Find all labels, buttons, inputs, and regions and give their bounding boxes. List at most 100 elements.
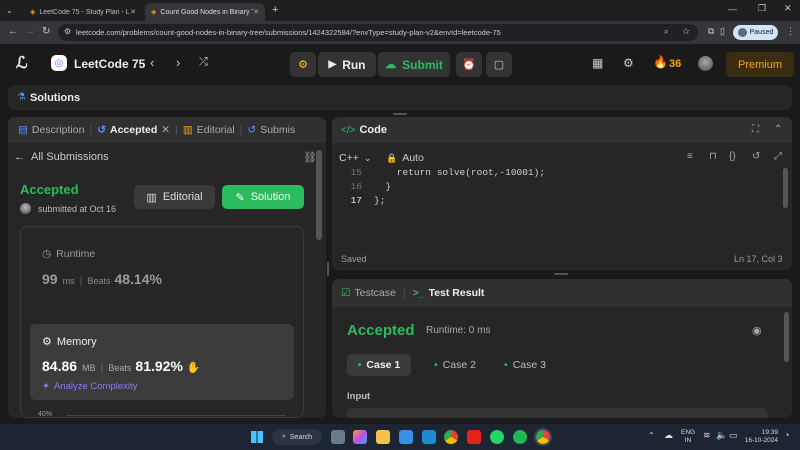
windows-start-icon[interactable] xyxy=(251,431,263,443)
fullscreen-icon[interactable]: ⤢ xyxy=(774,151,782,162)
minimize-icon[interactable]: — xyxy=(728,4,737,14)
solution-button[interactable]: ✎ Solution xyxy=(222,185,304,209)
format-icon[interactable]: ≡ xyxy=(687,151,693,162)
task-view-icon[interactable] xyxy=(331,430,345,444)
forward-arrow-icon[interactable]: → xyxy=(25,26,35,37)
chart-gridline xyxy=(66,415,286,416)
file-explorer-icon[interactable] xyxy=(376,430,390,444)
notification-bell-icon[interactable]: ◔ xyxy=(784,430,789,440)
browser-tab-study-plan[interactable]: ◈ LeetCode 75 - Study Plan - Lee ✕ xyxy=(24,3,142,21)
close-icon[interactable]: ✕ xyxy=(130,8,136,16)
case-1-tab[interactable]: • Case 1 xyxy=(347,354,411,376)
chrome-active-icon[interactable] xyxy=(534,428,552,446)
input-language[interactable]: ENG IN xyxy=(681,429,695,445)
tab-editorial[interactable]: ▥ Editorial xyxy=(183,124,235,136)
browser-tab-count-good-nodes[interactable]: ◈ Count Good Nodes in Binary Tr ✕ xyxy=(145,3,265,21)
tab-divider: | xyxy=(402,287,406,299)
solutions-bar[interactable]: ⚗ Solutions xyxy=(8,85,792,110)
runtime-stats[interactable]: 99 ms | Beats 48.14% xyxy=(42,271,162,287)
next-problem-icon[interactable]: › xyxy=(176,55,180,70)
vscode-icon[interactable] xyxy=(422,430,436,444)
maximize-icon[interactable]: ❐ xyxy=(758,3,766,14)
expand-icon[interactable]: ⛶ xyxy=(752,124,759,135)
prev-problem-icon[interactable]: ‹ xyxy=(150,55,154,70)
tab-divider: | xyxy=(239,124,243,136)
streak-flame-icon[interactable]: 🔥 xyxy=(653,55,668,69)
volume-icon[interactable]: 🔈 xyxy=(716,430,727,441)
site-info-icon[interactable]: ⚙ xyxy=(64,27,71,36)
case-3-tab[interactable]: • Case 3 xyxy=(493,354,557,376)
minimize-panel-icon[interactable]: ⌃ xyxy=(774,124,782,135)
tab-accepted[interactable]: ↺ Accepted ✕ xyxy=(97,124,170,136)
chrome-icon[interactable] xyxy=(444,430,458,444)
layout-grid-icon[interactable]: ▦ xyxy=(592,56,603,70)
notes-icon[interactable]: ▢ xyxy=(486,52,512,77)
vertical-resize-handle[interactable] xyxy=(554,273,568,275)
editorial-button[interactable]: ▥ Editorial xyxy=(134,185,215,209)
checkbox-icon: ☑ xyxy=(341,287,351,299)
extensions-icon[interactable]: ⧉ xyxy=(708,26,714,37)
whatsapp-icon[interactable] xyxy=(490,430,504,444)
menu-dots-icon[interactable]: ⋮ xyxy=(786,26,795,37)
bookmark-icon[interactable]: ⊓ xyxy=(709,151,717,162)
submit-button[interactable]: ☁ Submit xyxy=(378,52,450,77)
share-link-icon[interactable]: ⛓ xyxy=(303,151,317,164)
back-arrow-icon: ← xyxy=(14,151,25,163)
close-icon[interactable]: ✕ xyxy=(161,124,170,136)
paused-profile-button[interactable]: Paused xyxy=(733,25,778,40)
left-scrollbar[interactable] xyxy=(316,150,322,240)
tray-chevron-icon[interactable]: ⌃ xyxy=(648,431,655,440)
store-icon[interactable] xyxy=(399,430,413,444)
case-2-tab[interactable]: • Case 2 xyxy=(423,354,487,376)
tab-testcase[interactable]: ☑ Testcase xyxy=(341,287,396,299)
zoom-icon[interactable]: ⌕ xyxy=(664,27,668,37)
study-plan-icon[interactable]: ◎ xyxy=(51,55,67,71)
tray-cloud-icon[interactable]: ☁ xyxy=(664,430,673,441)
shuffle-icon[interactable]: ⤮ xyxy=(199,56,208,69)
back-all-submissions-link[interactable]: ← All Submissions xyxy=(14,151,109,163)
tab-test-result[interactable]: >_ Test Result xyxy=(413,287,485,299)
spotify-icon[interactable] xyxy=(513,430,527,444)
youtube-icon[interactable] xyxy=(467,430,481,444)
new-tab-plus-icon[interactable]: + xyxy=(272,4,278,16)
beats-label: Beats xyxy=(87,276,111,286)
back-arrow-icon[interactable]: ← xyxy=(8,26,18,37)
code-editor[interactable]: 15 return solve(root,-10001); 16 } 17 }; xyxy=(332,166,784,212)
reload-icon[interactable]: ↻ xyxy=(42,26,50,37)
braces-icon[interactable]: {} xyxy=(729,151,736,162)
address-bar[interactable]: leetcode.com/problems/count-good-nodes-i… xyxy=(58,24,698,41)
settings-gear-icon[interactable]: ⚙ xyxy=(623,56,634,70)
leetcode-logo-icon[interactable]: ℒ xyxy=(16,53,28,73)
reset-icon[interactable]: ↺ xyxy=(752,151,760,162)
taskbar-search[interactable]: ⌕ Search xyxy=(272,429,322,445)
clock[interactable]: 19:39 16-10-2024 xyxy=(744,429,778,445)
run-button[interactable]: ▶ Run xyxy=(318,52,376,77)
close-icon[interactable]: ✕ xyxy=(253,8,259,16)
streak-count[interactable]: 36 xyxy=(669,58,681,70)
timer-icon[interactable]: ⏰ xyxy=(456,52,482,77)
study-plan-title[interactable]: LeetCode 75 xyxy=(74,57,145,71)
analyze-complexity-link[interactable]: ✦ Analyze Complexity xyxy=(42,381,137,392)
language-select[interactable]: C++ ⌄ xyxy=(339,152,371,164)
visibility-eye-icon[interactable]: ◉ xyxy=(752,324,762,337)
profile-avatar xyxy=(737,28,747,37)
memory-label: ⚙ Memory xyxy=(42,335,97,349)
tab-description[interactable]: ▤ Description xyxy=(18,124,84,136)
auto-mode[interactable]: 🔒 Auto xyxy=(386,152,424,164)
wifi-icon[interactable]: ≋ xyxy=(703,430,711,441)
tab-submissions[interactable]: ↺ Submis xyxy=(247,124,295,136)
user-avatar[interactable] xyxy=(698,56,713,71)
sidebar-icon[interactable]: ▯ xyxy=(720,26,725,37)
sparkle-icon: ✦ xyxy=(42,381,50,392)
result-scrollbar[interactable] xyxy=(784,312,789,362)
code-scrollbar[interactable] xyxy=(783,168,788,208)
tab-search-icon[interactable]: ⌄ xyxy=(6,6,13,15)
bookmark-star-icon[interactable]: ☆ xyxy=(682,26,690,37)
battery-icon[interactable]: ▭ xyxy=(729,430,738,441)
copilot-icon[interactable] xyxy=(353,430,367,444)
horizontal-resize-handle[interactable] xyxy=(327,262,329,276)
window-close-icon[interactable]: ✕ xyxy=(784,3,792,14)
vertical-resize-handle[interactable] xyxy=(393,113,407,115)
debug-button[interactable]: ⚙ xyxy=(290,52,316,77)
premium-button[interactable]: Premium xyxy=(726,52,794,77)
